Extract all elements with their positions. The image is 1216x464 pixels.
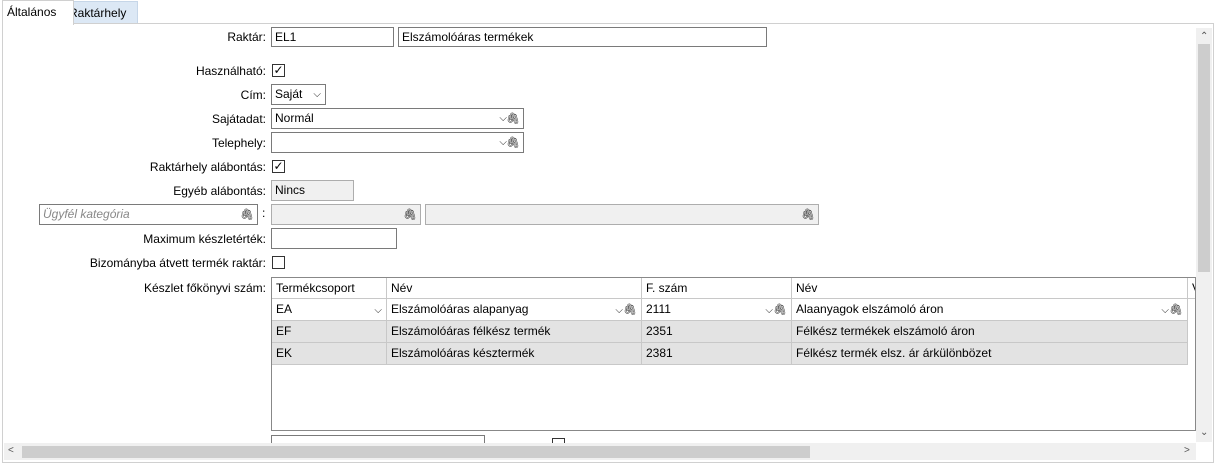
- telephely-label: Telephely:: [211, 136, 266, 150]
- paperclip-icon[interactable]: 🖇: [403, 206, 417, 224]
- ugyfel-code-field[interactable]: 🖇: [271, 204, 421, 225]
- grid-header-v[interactable]: V: [1188, 278, 1195, 299]
- bizomany-label: Bizományba átvett termék raktár:: [89, 256, 266, 270]
- scroll-up-icon[interactable]: ⌃: [1200, 31, 1208, 42]
- ugyfel-kategoria-placeholder: Ügyfél kategória: [43, 207, 130, 221]
- table-row-cell[interactable]: 2111 ⌵ 🖇: [642, 299, 792, 321]
- ugyfel-name-field[interactable]: 🖇: [425, 204, 819, 225]
- tab-raktarhely[interactable]: Raktárhely: [64, 1, 138, 24]
- raktar-label: Raktár:: [227, 30, 266, 44]
- grid-header-nev2[interactable]: Név: [792, 278, 1188, 299]
- table-row-cell[interactable]: Elszámolóáras késztermék: [387, 343, 642, 365]
- keszlet-fokonyvi-label: Készlet főkönyvi szám:: [143, 281, 266, 295]
- sajatadat-select[interactable]: Normál ⌵ 🖇: [271, 108, 524, 129]
- maximum-keszletertek-label: Maximum készletérték:: [143, 232, 266, 246]
- table-row-cell[interactable]: Elszámolóáras alapanyag ⌵ 🖇: [387, 299, 642, 321]
- table-row-cell[interactable]: EF: [272, 321, 387, 343]
- telephely-select[interactable]: ⌵ 🖇: [271, 132, 524, 153]
- table-row-cell[interactable]: 2351: [642, 321, 792, 343]
- cell-text: Elszámolóáras alapanyag: [391, 302, 529, 316]
- sajatadat-label: Sajátadat:: [211, 112, 266, 126]
- paperclip-icon[interactable]: 🖇: [623, 300, 637, 320]
- tab-altalanos[interactable]: Általános: [2, 0, 74, 25]
- table-row-cell[interactable]: Félkész termékek elszámoló áron: [792, 321, 1188, 343]
- egyeb-alabontas-field: Nincs: [271, 180, 354, 201]
- cell-text: EA: [276, 302, 293, 316]
- cell-text: Alaanyagok elszámoló áron: [796, 302, 944, 316]
- chevron-down-icon[interactable]: ⌵: [374, 300, 382, 320]
- table-row-cell[interactable]: Elszámolóáras félkész termék: [387, 321, 642, 343]
- cim-select[interactable]: Saját ⌵: [271, 84, 326, 105]
- raktarhely-alabontas-checkbox[interactable]: ✓: [272, 160, 285, 173]
- scroll-down-icon[interactable]: ⌄: [1200, 427, 1208, 438]
- scroll-left-icon[interactable]: <: [8, 445, 14, 456]
- table-row-cell[interactable]: EK: [272, 343, 387, 365]
- raktar-code-input[interactable]: EL1: [271, 27, 394, 47]
- raktarhely-alabontas-label: Raktárhely alábontás:: [149, 160, 266, 174]
- grid-header-fszam[interactable]: F. szám: [642, 278, 792, 299]
- grid-header-termekcsoport[interactable]: Termékcsoport: [272, 278, 387, 299]
- hasznalhato-label: Használható:: [195, 64, 266, 78]
- sajatadat-value: Normál: [275, 111, 314, 125]
- hasznalhato-checkbox[interactable]: ✓: [272, 64, 285, 77]
- paperclip-icon[interactable]: 🖇: [240, 206, 254, 224]
- paperclip-icon[interactable]: 🖇: [1169, 300, 1183, 320]
- chevron-down-icon[interactable]: ⌵: [615, 300, 623, 320]
- keszlet-grid[interactable]: Termékcsoport Név F. szám Név V EA ⌵ Els…: [271, 277, 1196, 431]
- ugyfel-kategoria-select[interactable]: Ügyfél kategória 🖇: [39, 204, 258, 225]
- table-row-cell[interactable]: 2381: [642, 343, 792, 365]
- chevron-down-icon[interactable]: ⌵: [1161, 300, 1169, 320]
- cim-label: Cím:: [240, 88, 266, 102]
- egyeb-alabontas-label: Egyéb alábontás:: [173, 184, 266, 198]
- table-row-cell[interactable]: EA ⌵: [272, 299, 387, 321]
- paperclip-icon[interactable]: 🖇: [506, 110, 520, 128]
- cim-value: Saját: [275, 87, 303, 101]
- bizomany-checkbox[interactable]: [272, 256, 285, 269]
- paperclip-icon[interactable]: 🖇: [801, 206, 815, 224]
- scroll-right-icon[interactable]: >: [1184, 445, 1190, 456]
- horizontal-scroll-thumb[interactable]: [22, 446, 810, 458]
- ugyfel-separator: :: [262, 206, 266, 220]
- paperclip-icon[interactable]: 🖇: [773, 300, 787, 320]
- maximum-keszletertek-input[interactable]: [271, 228, 397, 249]
- chevron-down-icon: ⌵: [313, 89, 321, 100]
- chevron-down-icon[interactable]: ⌵: [765, 300, 773, 320]
- vertical-scroll-thumb[interactable]: [1198, 44, 1210, 272]
- paperclip-icon[interactable]: 🖇: [506, 134, 520, 152]
- raktar-name-input[interactable]: Elszámolóáras termékek: [398, 27, 767, 47]
- partial-input[interactable]: [271, 435, 485, 443]
- table-row-cell[interactable]: Félkész termék elsz. ár árkülönbözet: [792, 343, 1188, 365]
- grid-header-nev[interactable]: Név: [387, 278, 642, 299]
- table-row-cell[interactable]: Alaanyagok elszámoló áron ⌵ 🖇: [792, 299, 1188, 321]
- cell-text: 2111: [646, 302, 671, 316]
